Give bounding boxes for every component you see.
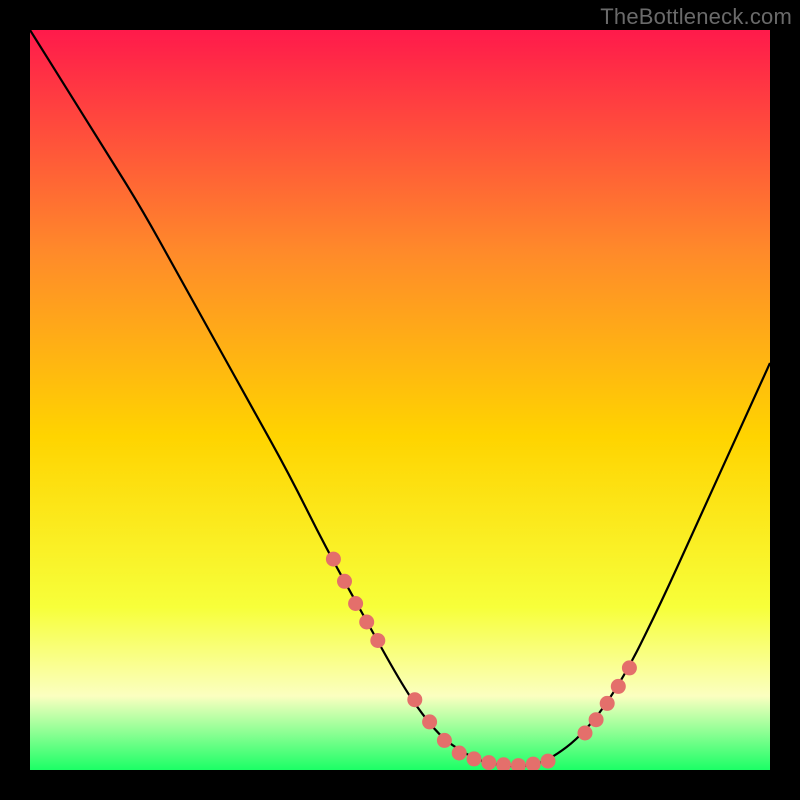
highlight-point [407,692,422,707]
highlight-point [541,754,556,769]
highlight-point [422,714,437,729]
highlight-point [578,726,593,741]
highlight-point [481,755,496,770]
chart-svg [30,30,770,770]
highlight-point [370,633,385,648]
highlight-point [348,596,363,611]
gradient-background [30,30,770,770]
watermark-text: TheBottleneck.com [600,4,792,30]
highlight-point [437,733,452,748]
highlight-point [359,615,374,630]
highlight-point [326,552,341,567]
highlight-point [611,679,626,694]
highlight-point [467,751,482,766]
highlight-point [589,712,604,727]
highlight-point [622,660,637,675]
chart-frame [30,30,770,770]
highlight-point [600,696,615,711]
highlight-point [337,574,352,589]
highlight-point [452,746,467,761]
